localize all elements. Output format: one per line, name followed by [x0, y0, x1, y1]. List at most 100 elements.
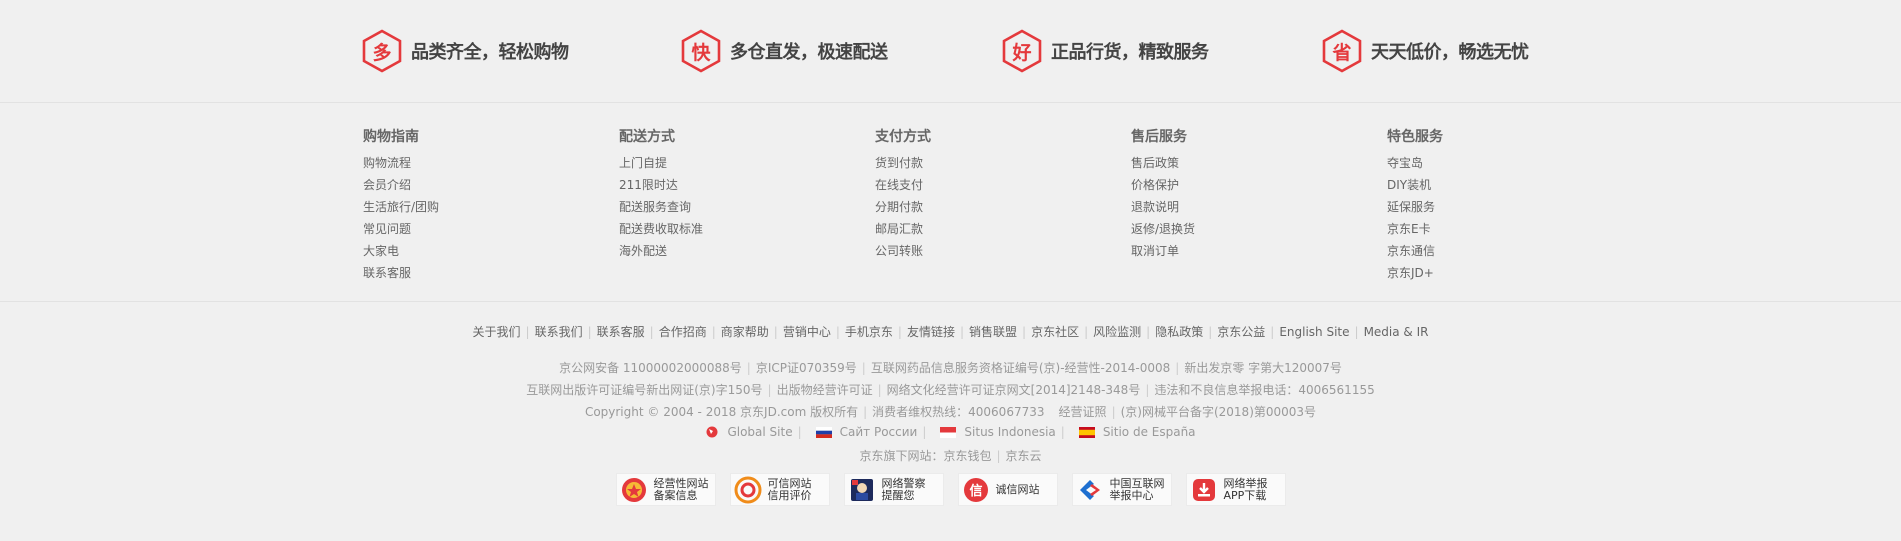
cert-text: 可信网站 信用评价	[767, 476, 812, 502]
hexagon-kuai-icon: 快	[681, 29, 721, 73]
license-link[interactable]: 出版物经营许可证	[777, 383, 873, 397]
help-link[interactable]: 211限时达	[619, 174, 703, 196]
help-column-special-services: 特色服务 夺宝岛 DIY装机 延保服务 京东E卡 京东通信 京东JD+	[1387, 126, 1443, 284]
cert-badge-internet-report-center[interactable]: 中国互联网 举报中心	[1071, 473, 1172, 506]
help-column-payment: 支付方式 货到付款 在线支付 分期付款 邮局汇款 公司转账	[875, 126, 931, 262]
cert-text: 诚信网站	[995, 482, 1040, 496]
help-link[interactable]: 上门自提	[619, 152, 703, 174]
spain-flag-icon	[1078, 427, 1095, 438]
police-badge-icon	[621, 477, 646, 502]
promise-item-variety: 多 品类齐全，轻松购物	[362, 29, 569, 73]
help-link[interactable]: 配送费收取标准	[619, 218, 703, 240]
cert-text: 中国互联网 举报中心	[1109, 476, 1165, 502]
cert-badge-website-record[interactable]: 经营性网站 备案信息	[615, 473, 716, 506]
footer-link-community[interactable]: 京东社区	[1031, 325, 1079, 339]
footer-links: 关于我们 | 联系我们 | 联系客服 | 合作招商 | 商家帮助 | 营销中心 | 手机京东 | 友情链接 |…	[472, 325, 1429, 339]
license-link[interactable]: 京ICP证070359号	[756, 361, 857, 375]
license-link[interactable]: 京公网安备 11000002000088号	[559, 361, 742, 375]
brand-sites: 京东旗下网站：京东钱包 | 京东云	[859, 449, 1042, 463]
help-link[interactable]: 会员介绍	[363, 174, 439, 196]
promise-item-saving: 省 天天低价，畅选无忧	[1322, 29, 1529, 73]
brand-sites-label: 京东旗下网站：	[859, 449, 944, 463]
help-link[interactable]: 返修/退换货	[1131, 218, 1195, 240]
help-column-delivery: 配送方式 上门自提 211限时达 配送服务查询 配送费收取标准 海外配送	[619, 126, 703, 262]
license-row: 互联网出版许可证编号新出网证(京)字150号 | 出版物经营许可证 | 网络文化经营许可…	[526, 383, 1375, 397]
hexagon-sheng-icon: 省	[1322, 29, 1362, 73]
promise-text: 天天低价，畅选无忧	[1371, 42, 1529, 63]
integrity-site-icon: 信	[963, 477, 988, 502]
footer-link-media-ir[interactable]: Media & IR	[1364, 325, 1429, 339]
medical-platform-record[interactable]: (京)网械平台备字(2018)第00003号	[1121, 405, 1316, 419]
help-column-title: 支付方式	[875, 129, 931, 145]
help-column-title: 售后服务	[1131, 129, 1187, 145]
license-link[interactable]: 网络文化经营许可证京网文[2014]2148-348号	[887, 383, 1141, 397]
license-link[interactable]: 新出发京零 字第大120007号	[1184, 361, 1342, 375]
footer-link-customer-service[interactable]: 联系客服	[597, 325, 645, 339]
indonesia-flag-icon	[940, 427, 957, 438]
copyright-text: Copyright © 2004 - 2018 京东JD.com 版权所有	[584, 405, 859, 419]
help-link[interactable]: 京东通信	[1387, 240, 1443, 262]
help-link[interactable]: 大家电	[363, 240, 439, 262]
help-column-title: 购物指南	[363, 129, 419, 145]
license-row: 京公网安备 11000002000088号 | 京ICP证070359号 | 互联网药品…	[559, 361, 1342, 375]
site-link-russia[interactable]: Сайт России	[840, 425, 918, 439]
help-link[interactable]: 延保服务	[1387, 196, 1443, 218]
help-link[interactable]: 配送服务查询	[619, 196, 703, 218]
cert-badge-cyber-police[interactable]: 网络警察 提醒您	[843, 473, 944, 506]
help-column-title: 配送方式	[619, 129, 675, 145]
help-link[interactable]: 售后政策	[1131, 152, 1195, 174]
promise-text: 正品行货，精致服务	[1051, 42, 1209, 63]
help-column-title: 特色服务	[1387, 129, 1443, 145]
footer-link-english[interactable]: English Site	[1279, 325, 1349, 339]
help-link[interactable]: 京东JD+	[1387, 262, 1443, 284]
trust-credit-icon	[734, 476, 761, 503]
help-link[interactable]: 购物流程	[363, 152, 439, 174]
help-link[interactable]: 邮局汇款	[875, 218, 931, 240]
site-link-global[interactable]: Global Site	[727, 425, 792, 439]
consumer-hotline: 消费者维权热线：4006067733	[872, 405, 1045, 419]
brand-site-link-wallet[interactable]: 京东钱包	[943, 449, 991, 463]
help-link[interactable]: 联系客服	[363, 262, 439, 284]
international-sites: Global Site | Сайт России | Situs Indonesia |…	[0, 425, 1901, 439]
site-link-spain[interactable]: Sitio de España	[1103, 425, 1196, 439]
footer-link-partnership[interactable]: 合作招商	[659, 325, 707, 339]
help-column-after-sales: 售后服务 售后政策 价格保护 退款说明 返修/退换货 取消订单	[1131, 126, 1195, 262]
footer-link-about[interactable]: 关于我们	[473, 325, 521, 339]
footer-link-privacy[interactable]: 隐私政策	[1155, 325, 1203, 339]
help-link[interactable]: 生活旅行/团购	[363, 196, 439, 218]
help-link[interactable]: DIY装机	[1387, 174, 1443, 196]
help-link[interactable]: 公司转账	[875, 240, 931, 262]
promise-strip: 多 品类齐全，轻松购物 快 多仓直发，极速配送 好 正品行货，精致服务 省 天天…	[0, 0, 1901, 103]
copyright-row: Copyright © 2004 - 2018 京东JD.com 版权所有 | 消费…	[584, 405, 1317, 419]
help-link[interactable]: 价格保护	[1131, 174, 1195, 196]
globe-icon	[706, 426, 718, 438]
business-license-link[interactable]: 经营证照	[1059, 405, 1107, 419]
help-link[interactable]: 分期付款	[875, 196, 931, 218]
cert-text: 网络警察 提醒您	[881, 476, 926, 502]
footer-link-sales-alliance[interactable]: 销售联盟	[969, 325, 1017, 339]
footer-link-merchant-help[interactable]: 商家帮助	[721, 325, 769, 339]
footer-link-risk[interactable]: 风险监测	[1093, 325, 1141, 339]
cert-badge-report-app[interactable]: 网络举报 APP下载	[1185, 473, 1286, 506]
license-link[interactable]: 互联网药品信息服务资格证编号(京)-经营性-2014-0008	[871, 361, 1170, 375]
help-link[interactable]: 常见问题	[363, 218, 439, 240]
brand-site-link-cloud[interactable]: 京东云	[1006, 449, 1042, 463]
footer-link-mobile[interactable]: 手机京东	[845, 325, 893, 339]
help-link[interactable]: 货到付款	[875, 152, 931, 174]
footer-link-contact[interactable]: 联系我们	[535, 325, 583, 339]
promise-text: 品类齐全，轻松购物	[411, 42, 569, 63]
help-link[interactable]: 退款说明	[1131, 196, 1195, 218]
cert-badge-trusted-site[interactable]: 可信网站 信用评价	[729, 473, 830, 506]
footer-link-friend-links[interactable]: 友情链接	[907, 325, 955, 339]
help-link[interactable]: 海外配送	[619, 240, 703, 262]
footer-link-charity[interactable]: 京东公益	[1217, 325, 1265, 339]
license-link[interactable]: 互联网出版许可证编号新出网证(京)字150号	[526, 383, 762, 397]
cert-text: 网络举报 APP下载	[1223, 476, 1268, 502]
cert-badge-integrity-site[interactable]: 信 诚信网站	[957, 473, 1058, 506]
site-link-indonesia[interactable]: Situs Indonesia	[964, 425, 1055, 439]
footer-link-marketing[interactable]: 营销中心	[783, 325, 831, 339]
help-link[interactable]: 夺宝岛	[1387, 152, 1443, 174]
help-link[interactable]: 取消订单	[1131, 240, 1195, 262]
help-link[interactable]: 京东E卡	[1387, 218, 1443, 240]
help-link[interactable]: 在线支付	[875, 174, 931, 196]
